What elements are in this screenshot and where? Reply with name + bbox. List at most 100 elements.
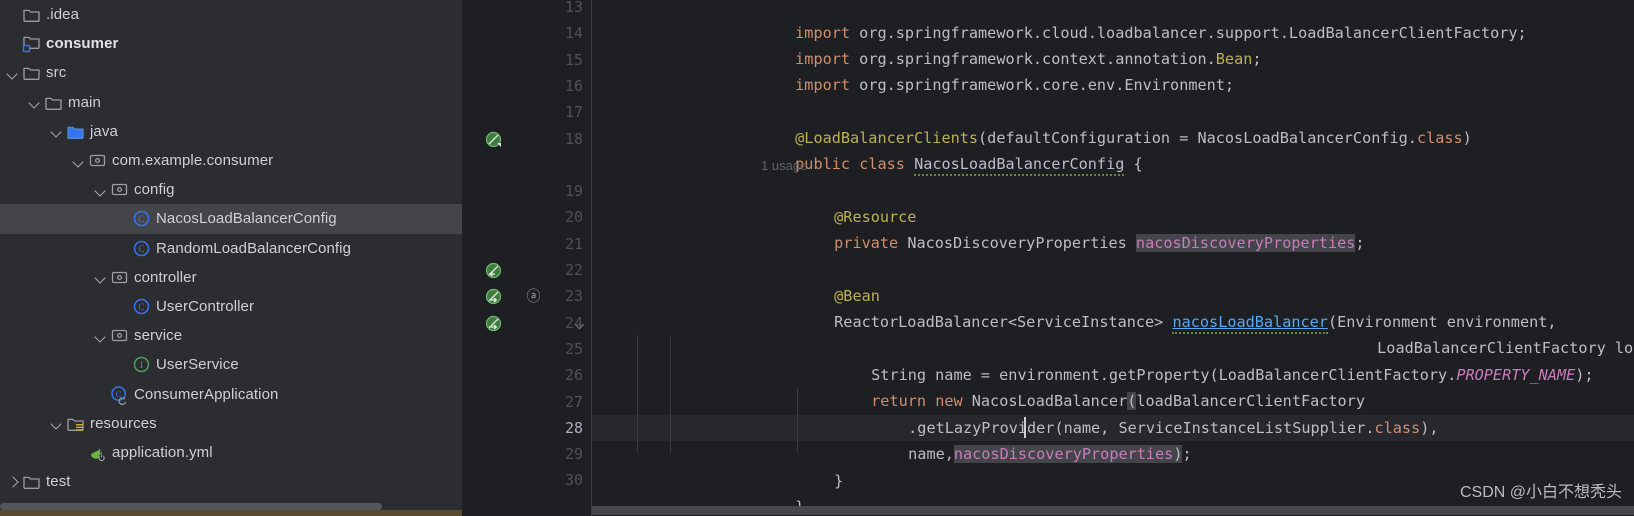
editor-horizontal-scrollbar[interactable] bbox=[592, 506, 1634, 515]
chevron-down-icon[interactable] bbox=[6, 66, 20, 80]
chevron-right-icon[interactable] bbox=[6, 475, 20, 489]
chevron-down-icon[interactable] bbox=[94, 270, 108, 284]
tree-item-nacosloadbalancerconfig[interactable]: C NacosLoadBalancerConfig bbox=[0, 204, 462, 234]
svg-text:C: C bbox=[138, 244, 144, 254]
tree-item-label: controller bbox=[134, 268, 197, 286]
tree-item-application-yml[interactable]: application.yml bbox=[0, 438, 462, 467]
tree-item-consumerapplication[interactable]: C ConsumerApplication bbox=[0, 379, 462, 408]
folder-icon bbox=[22, 472, 41, 491]
text-caret bbox=[1024, 417, 1026, 438]
bean-fwd-icon[interactable] bbox=[485, 315, 502, 332]
bean-icon[interactable] bbox=[485, 131, 502, 148]
chevron-down-icon[interactable] bbox=[50, 124, 64, 138]
line-number[interactable]: 29 bbox=[462, 441, 592, 467]
chevron-down-icon[interactable] bbox=[28, 95, 42, 109]
tree-item-idea[interactable]: .idea bbox=[0, 0, 462, 29]
line-number[interactable]: 16 bbox=[462, 73, 592, 99]
tree-item-userservice[interactable]: I UserService bbox=[0, 350, 462, 379]
folder-icon bbox=[22, 63, 41, 82]
code-editor[interactable]: 13 14 15 16 17 18 19 20 21 22 23 ⓐ 24 25 26 27 28 29 30 im… bbox=[462, 0, 1634, 516]
watermark: CSDN @小白不想秃头 bbox=[1459, 484, 1622, 501]
tree-item-service[interactable]: service bbox=[0, 321, 462, 350]
chevron-down-icon[interactable] bbox=[94, 329, 108, 343]
spring-boot-class-icon: C bbox=[110, 385, 129, 405]
tree-item-label: application.yml bbox=[112, 443, 213, 461]
package-icon bbox=[110, 268, 129, 287]
line-number[interactable]: 15 bbox=[462, 47, 592, 73]
tree-item-com-example-consumer[interactable]: com.example.consumer bbox=[0, 146, 462, 175]
chevron-down-icon[interactable] bbox=[94, 183, 108, 197]
chevron-down-icon[interactable] bbox=[72, 154, 86, 168]
tree-item-main[interactable]: main bbox=[0, 88, 462, 117]
tree-item-label: consumer bbox=[46, 35, 119, 53]
tree-item-src[interactable]: src bbox=[0, 58, 462, 87]
line-number[interactable]: 18 bbox=[462, 126, 592, 152]
bean-back-icon[interactable] bbox=[485, 262, 502, 279]
line-number[interactable]: 13 bbox=[462, 0, 592, 20]
annotation-gutter-icon[interactable]: ⓐ bbox=[525, 288, 542, 305]
text: ReactorLoadBalancer<ServiceInstance> bbox=[834, 313, 1173, 332]
text: NacosDiscoveryProperties bbox=[898, 234, 1136, 253]
indent-guide bbox=[637, 335, 638, 453]
sidebar-scrollbar-thumb[interactable] bbox=[0, 503, 382, 510]
tree-item-label: .idea bbox=[46, 6, 80, 24]
folder-icon bbox=[22, 5, 41, 24]
tree-item-label: resources bbox=[90, 414, 157, 432]
line-number[interactable]: 25 bbox=[462, 336, 592, 362]
line-number[interactable]: 20 bbox=[462, 204, 592, 230]
sidebar-horizontal-scrollbar[interactable] bbox=[0, 503, 462, 510]
constant-property-name: PROPERTY_NAME bbox=[1456, 366, 1576, 385]
module-icon bbox=[22, 34, 41, 53]
code-fold-toggle[interactable] bbox=[575, 319, 585, 329]
tree-item-label: config bbox=[134, 181, 175, 199]
tree-item-usercontroller[interactable]: C UserController bbox=[0, 292, 462, 321]
code-content[interactable]: import org.springframework.cloud.loadbal… bbox=[592, 0, 1634, 516]
kw-class: class bbox=[859, 155, 905, 174]
editor-gutter[interactable]: 13 14 15 16 17 18 19 20 21 22 23 ⓐ 24 25 26 27 28 29 30 bbox=[462, 0, 592, 516]
text: ; bbox=[1182, 445, 1192, 464]
project-tree-panel: .idea consumer src main java com.example.cons… bbox=[0, 0, 462, 516]
bean-fwd-icon[interactable] bbox=[485, 288, 502, 305]
tree-item-label: main bbox=[68, 93, 101, 111]
tree-item-resources[interactable]: resources bbox=[0, 409, 462, 438]
tree-item-consumer[interactable]: consumer bbox=[0, 29, 462, 58]
usage-hint[interactable]: 1 usage bbox=[761, 158, 807, 173]
line-number[interactable]: 21 bbox=[462, 231, 592, 257]
line-number[interactable]: 19 bbox=[462, 178, 592, 204]
kw-class: class bbox=[1374, 419, 1421, 438]
svg-text:C: C bbox=[138, 214, 144, 224]
project-tree: .idea consumer src main java com.example.cons… bbox=[0, 0, 462, 496]
tree-item-label: RandomLoadBalancerConfig bbox=[156, 239, 352, 257]
line-number[interactable]: 27 bbox=[462, 389, 592, 415]
tree-item-label: service bbox=[134, 327, 183, 345]
tree-item-test[interactable]: test bbox=[0, 467, 462, 496]
line-number[interactable]: 28 bbox=[462, 415, 592, 441]
line-number[interactable]: 30 bbox=[462, 467, 592, 493]
line-number[interactable]: 22 bbox=[462, 257, 592, 283]
tree-item-label: test bbox=[46, 473, 71, 491]
text: { bbox=[1124, 155, 1143, 174]
ide-window: .idea consumer src main java com.example.cons… bbox=[0, 0, 1634, 516]
kw-private: private bbox=[834, 234, 899, 253]
chevron-down-icon[interactable] bbox=[50, 416, 64, 430]
tree-item-label: com.example.consumer bbox=[112, 152, 274, 170]
tree-item-java[interactable]: java bbox=[0, 117, 462, 146]
kw-class: class bbox=[1416, 129, 1463, 148]
line-number[interactable]: 17 bbox=[462, 99, 592, 125]
tree-item-controller[interactable]: controller bbox=[0, 263, 462, 292]
tree-item-config[interactable]: config bbox=[0, 175, 462, 204]
line-number[interactable]: 26 bbox=[462, 362, 592, 388]
line-number[interactable]: 24 bbox=[462, 310, 592, 336]
line-number[interactable]: 14 bbox=[462, 20, 592, 46]
tree-item-label: ConsumerApplication bbox=[134, 385, 279, 403]
text: org.springframework.core.env.Environment… bbox=[850, 76, 1235, 95]
code-line-28: name,nacosDiscoveryProperties); bbox=[835, 415, 1192, 494]
class-name: NacosLoadBalancerConfig bbox=[914, 155, 1125, 177]
tree-item-randomloadbalancerconfig[interactable]: C RandomLoadBalancerConfig bbox=[0, 234, 462, 263]
